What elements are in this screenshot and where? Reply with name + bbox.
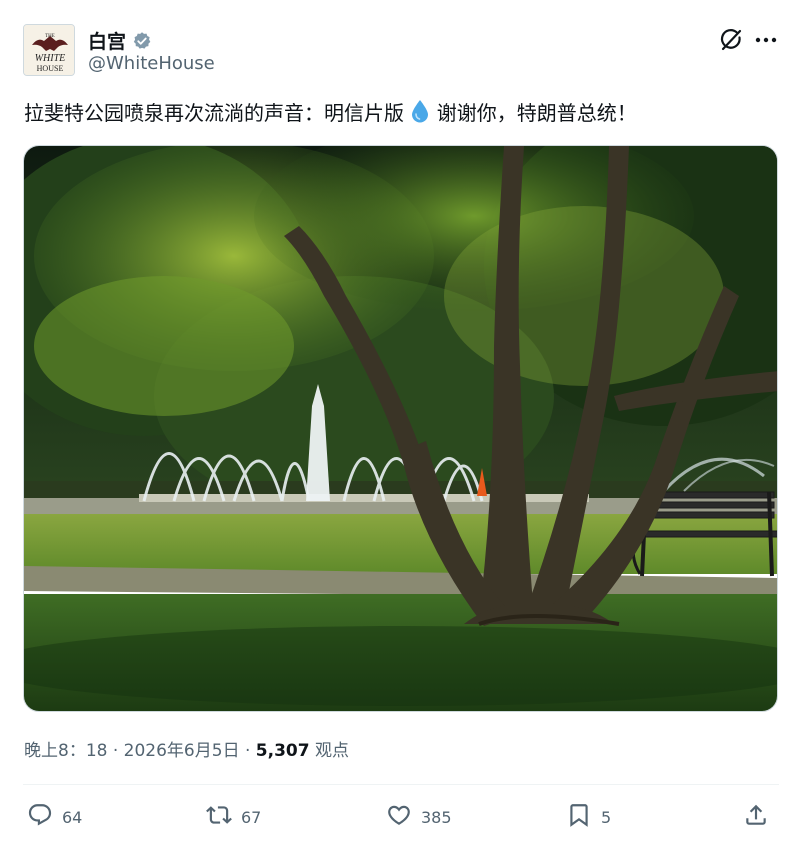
fountain-park-image: [24, 146, 777, 711]
meta-separator: ·: [107, 741, 124, 761]
bookmark-count: 5: [601, 807, 612, 827]
meta-separator: ·: [239, 741, 256, 761]
views-label: 观点: [314, 741, 349, 761]
post-media[interactable]: [23, 145, 778, 712]
reply-icon: [27, 802, 53, 832]
repost-icon: [206, 802, 232, 832]
repost-count: 67: [241, 807, 262, 827]
grok-icon[interactable]: [717, 26, 745, 54]
reply-count: 64: [62, 807, 83, 827]
like-button[interactable]: 385: [386, 800, 452, 834]
reply-button[interactable]: 64: [27, 800, 82, 834]
more-options-icon[interactable]: [751, 26, 781, 54]
share-button[interactable]: [743, 800, 769, 834]
avatar-line-3: HOUSE: [37, 64, 64, 73]
post-meta: 晚上8：18 · 2026年6月5日 · 5,307 观点: [24, 736, 349, 761]
display-name[interactable]: 白宫: [88, 27, 126, 54]
divider: [23, 784, 779, 785]
avatar-line-2: WHITE: [35, 53, 66, 64]
repost-button[interactable]: 67: [206, 800, 261, 834]
post-text: 拉斐特公园喷泉再次流淌的声音：明信片版 谢谢你，特朗普总统！: [24, 98, 637, 131]
like-count: 385: [421, 807, 452, 827]
post-text-part-2: 谢谢你，特朗普总统！: [436, 101, 637, 125]
handle[interactable]: @WhiteHouse: [88, 53, 215, 74]
avatar-line-1: THE: [45, 34, 55, 39]
post-date[interactable]: 2026年6月5日: [124, 741, 240, 761]
name-row: 白宫: [88, 27, 152, 54]
avatar[interactable]: THE WHITE HOUSE: [23, 24, 75, 76]
share-icon: [743, 802, 769, 832]
droplet-icon: [410, 99, 430, 131]
verified-badge-icon: [132, 31, 152, 51]
views-count: 5,307: [255, 741, 310, 761]
post-text-part-1: 拉斐特公园喷泉再次流淌的声音：明信片版: [24, 101, 404, 125]
post-header: THE WHITE HOUSE 白宫 @WhiteHouse: [23, 24, 779, 80]
post-time[interactable]: 晚上8：18: [24, 741, 107, 761]
action-bar: 64 67 385 5: [23, 800, 779, 834]
bookmark-button[interactable]: 5: [566, 800, 611, 834]
bookmark-icon: [566, 802, 592, 832]
heart-icon: [386, 802, 412, 832]
